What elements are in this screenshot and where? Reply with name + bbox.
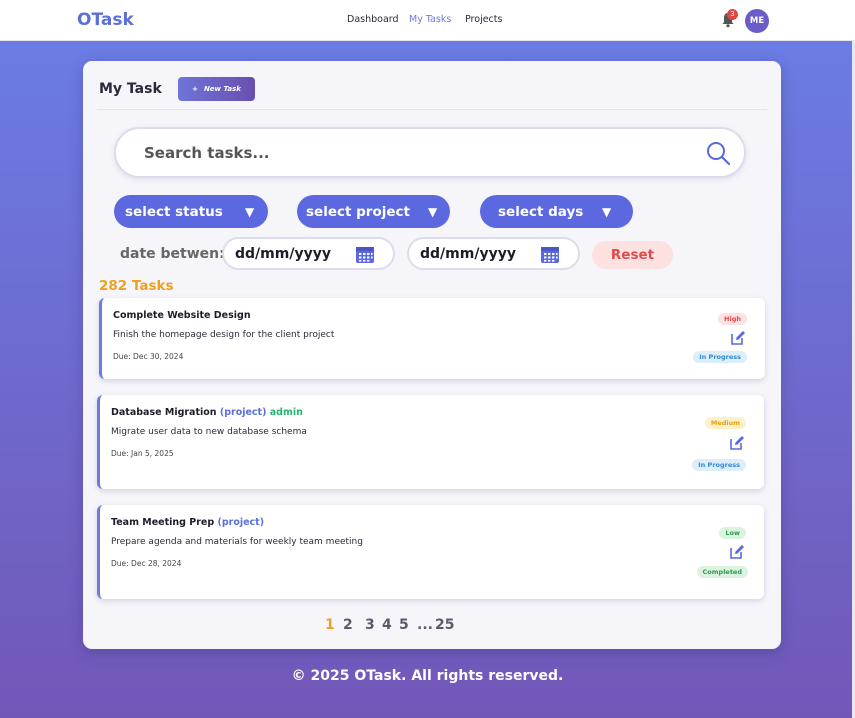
date-range-label: date betwen: [120, 246, 225, 262]
nav-link-dashboard[interactable]: Dashboard [347, 14, 399, 25]
edit-icon[interactable] [729, 544, 745, 560]
search-input[interactable] [144, 142, 664, 164]
status-badge: In Progress [693, 351, 747, 363]
calendar-icon[interactable] [355, 245, 375, 264]
task-title: Team Meeting Prep (project) [111, 517, 264, 528]
plus-icon: + [192, 85, 198, 93]
task-title: Complete Website Design [113, 310, 251, 321]
task-title-text: Team Meeting Prep [111, 517, 215, 528]
days-select[interactable]: select days ▼ [480, 195, 633, 228]
project-select[interactable]: select project ▼ [297, 195, 450, 228]
page-4[interactable]: 4 [382, 617, 392, 633]
task-due-date: Due: Dec 28, 2024 [111, 559, 182, 568]
task-description: Finish the homepage design for the clien… [113, 330, 335, 340]
pagination: 1 2 3 4 5 ... 25 [83, 617, 781, 637]
page-ellipsis: ... [417, 617, 433, 633]
task-due-date: Due: Jan 5, 2025 [111, 449, 174, 458]
chevron-down-icon: ▼ [602, 204, 612, 219]
priority-badge: Medium [704, 417, 746, 429]
brand-logo[interactable]: OTask [77, 10, 134, 30]
divider [97, 109, 767, 110]
date-from-placeholder: dd/mm/yyyy [235, 246, 331, 262]
priority-badge: High [718, 313, 747, 325]
nav-link-my-tasks[interactable]: My Tasks [409, 14, 451, 25]
task-title: Database Migration (project) admin [111, 407, 303, 418]
status-select-label: select status [125, 203, 223, 220]
page-3[interactable]: 3 [365, 617, 375, 633]
task-card[interactable]: Team Meeting Prep (project) Prepare agen… [97, 505, 764, 599]
notification-badge: 3 [727, 9, 738, 20]
date-to-placeholder: dd/mm/yyyy [420, 246, 516, 262]
task-description: Prepare agenda and materials for weekly … [111, 537, 363, 547]
page-2[interactable]: 2 [343, 617, 353, 633]
page-title: My Task [99, 81, 162, 97]
chevron-down-icon: ▼ [428, 204, 438, 219]
task-count: 282 Tasks [99, 278, 174, 294]
page-25[interactable]: 25 [435, 617, 454, 633]
days-select-label: select days [498, 203, 584, 220]
chevron-down-icon: ▼ [245, 204, 255, 219]
search-bar [114, 127, 746, 178]
search-icon[interactable] [705, 140, 731, 166]
status-select[interactable]: select status ▼ [114, 195, 268, 228]
task-card[interactable]: Database Migration (project) admin Migra… [97, 395, 764, 489]
edit-icon[interactable] [729, 435, 745, 451]
calendar-icon[interactable] [540, 245, 560, 264]
date-to-field[interactable]: dd/mm/yyyy [407, 237, 580, 270]
project-tag: (project) [219, 407, 267, 418]
top-navbar: OTask Dashboard My Tasks Projects 3 ME [0, 0, 855, 41]
task-title-text: Complete Website Design [113, 310, 251, 321]
avatar[interactable]: ME [745, 9, 769, 33]
task-description: Migrate user data to new database schema [111, 427, 307, 437]
priority-badge: Low [719, 527, 746, 539]
task-card[interactable]: Complete Website Design Finish the homep… [99, 298, 765, 379]
date-from-field[interactable]: dd/mm/yyyy [222, 237, 395, 270]
task-title-text: Database Migration [111, 407, 217, 418]
new-task-button[interactable]: + New Task [178, 77, 255, 101]
status-badge: Completed [696, 566, 748, 578]
project-tag: (project) [217, 517, 265, 528]
page-1[interactable]: 1 [325, 617, 335, 633]
my-task-panel: My Task + New Task select status ▼ selec… [83, 61, 781, 649]
owner-tag: admin [269, 407, 303, 418]
footer: © 2025 OTask. All rights reserved. [291, 668, 564, 684]
edit-icon[interactable] [730, 330, 746, 346]
reset-button[interactable]: Reset [592, 241, 673, 269]
project-select-label: select project [306, 203, 410, 220]
status-badge: In Progress [692, 459, 746, 471]
nav-link-projects[interactable]: Projects [465, 14, 502, 25]
page-5[interactable]: 5 [399, 617, 409, 633]
task-due-date: Due: Dec 30, 2024 [113, 352, 184, 361]
new-task-label: New Task [203, 85, 241, 93]
